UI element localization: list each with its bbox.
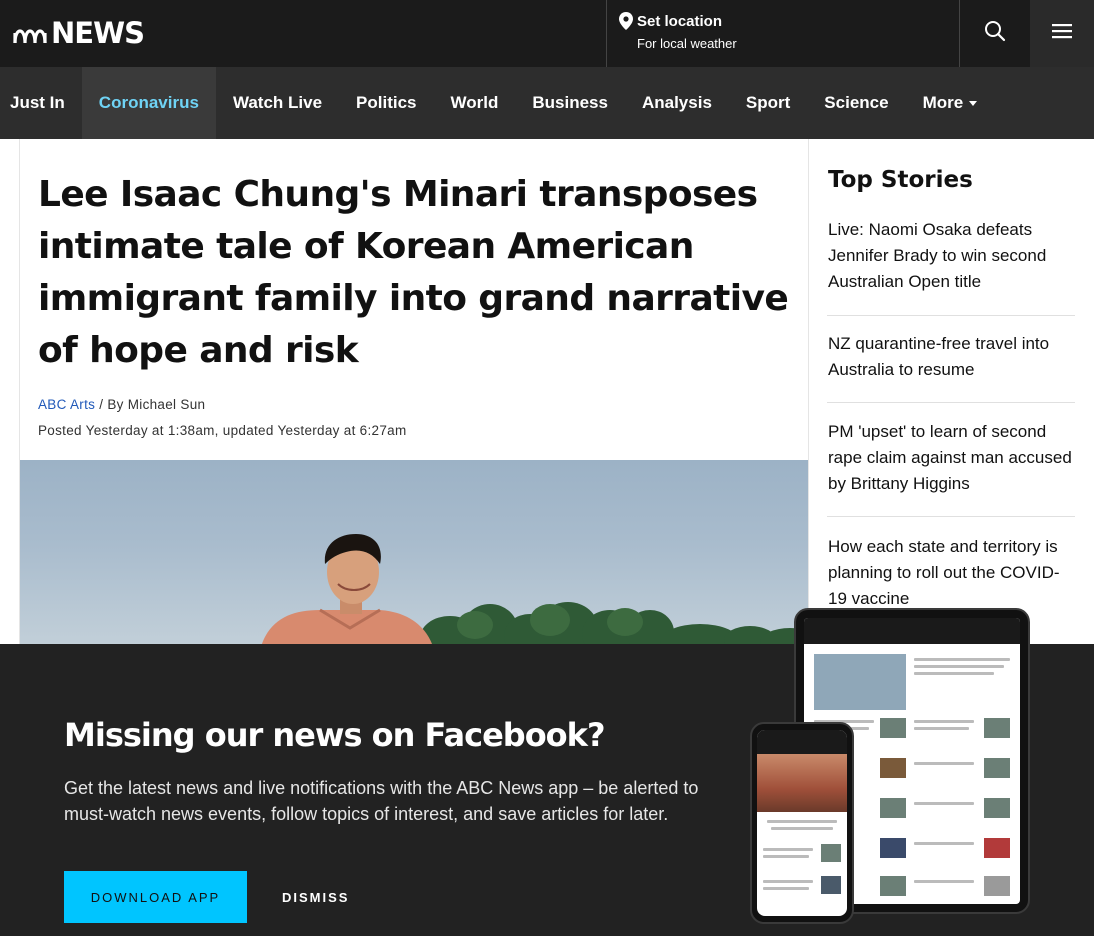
nav-item-more[interactable]: More xyxy=(906,67,995,139)
location-subtitle: For local weather xyxy=(637,36,737,51)
author-text: / By Michael Sun xyxy=(95,397,206,412)
article-timestamp: Posted Yesterday at 1:38am, updated Yest… xyxy=(38,423,407,438)
phone-screen xyxy=(757,730,847,916)
main-nav: Just In Coronavirus Watch Live Politics … xyxy=(0,67,1094,139)
logo-text: NEWS xyxy=(51,16,145,50)
nav-item-politics[interactable]: Politics xyxy=(339,67,433,139)
location-pin-icon xyxy=(619,12,633,35)
chevron-down-icon xyxy=(969,100,978,106)
abc-logo-icon xyxy=(12,21,48,45)
set-location-button[interactable]: Set location For local weather xyxy=(606,0,960,67)
site-header: NEWS Set location For local weather xyxy=(0,0,1094,67)
phone-mockup-image xyxy=(750,722,854,924)
nav-item-just-in[interactable]: Just In xyxy=(0,67,82,139)
search-button[interactable] xyxy=(959,0,1029,67)
story-divider xyxy=(827,315,1075,316)
nav-item-analysis[interactable]: Analysis xyxy=(625,67,729,139)
hamburger-menu-icon xyxy=(1052,23,1072,44)
nav-item-coronavirus[interactable]: Coronavirus xyxy=(81,67,216,139)
banner-text: Get the latest news and live notificatio… xyxy=(64,778,699,824)
top-story-link[interactable]: PM 'upset' to learn of second rape claim… xyxy=(828,419,1075,497)
download-app-button[interactable]: DOWNLOAD APP xyxy=(64,871,247,923)
location-title: Set location xyxy=(637,13,723,30)
article: Lee Isaac Chung's Minari transposes inti… xyxy=(19,139,809,644)
nav-item-business[interactable]: Business xyxy=(515,67,625,139)
hero-image xyxy=(20,460,808,644)
top-story-link[interactable]: Live: Naomi Osaka defeats Jennifer Brady… xyxy=(828,217,1075,295)
top-story-link[interactable]: How each state and territory is planning… xyxy=(828,534,1075,612)
story-divider xyxy=(827,402,1075,403)
banner-title: Missing our news on Facebook? xyxy=(64,716,605,754)
search-icon xyxy=(984,20,1006,47)
nav-item-world[interactable]: World xyxy=(434,67,516,139)
nav-item-sport[interactable]: Sport xyxy=(729,67,807,139)
source-link[interactable]: ABC Arts xyxy=(38,397,95,412)
article-headline: Lee Isaac Chung's Minari transposes inti… xyxy=(38,174,789,371)
nav-item-science[interactable]: Science xyxy=(807,67,905,139)
top-stories-sidebar: Top Stories Live: Naomi Osaka defeats Je… xyxy=(827,139,1075,644)
nav-more-label: More xyxy=(922,93,964,112)
article-byline: ABC Arts / By Michael Sun xyxy=(38,397,205,412)
menu-button[interactable] xyxy=(1030,0,1094,67)
story-divider xyxy=(827,516,1075,517)
dismiss-button[interactable]: DISMISS xyxy=(282,871,349,923)
abc-news-logo[interactable]: NEWS xyxy=(12,16,145,50)
top-story-link[interactable]: NZ quarantine-free travel into Australia… xyxy=(828,331,1075,383)
nav-item-watch-live[interactable]: Watch Live xyxy=(216,67,339,139)
top-stories-title: Top Stories xyxy=(828,167,973,193)
